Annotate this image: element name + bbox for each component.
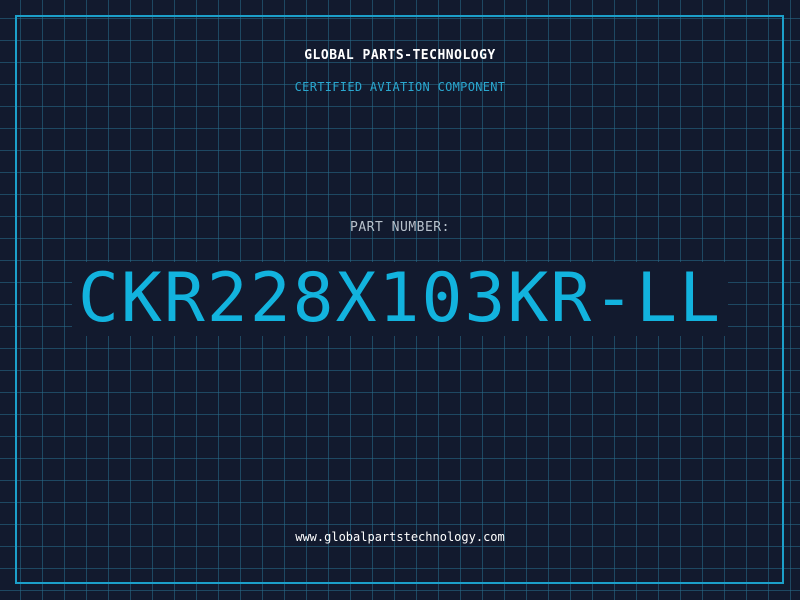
part-number-container: CKR228X103KR-LL xyxy=(0,262,800,336)
part-number-label: PART NUMBER: xyxy=(350,220,450,235)
part-number-value: CKR228X103KR-LL xyxy=(71,262,729,336)
website-url: www.globalpartstechnology.com xyxy=(295,530,505,544)
brand-name: GLOBAL PARTS-TECHNOLOGY xyxy=(304,48,496,63)
part-card: GLOBAL PARTS-TECHNOLOGY CERTIFIED AVIATI… xyxy=(0,0,800,600)
brand-tagline: CERTIFIED AVIATION COMPONENT xyxy=(294,80,506,94)
